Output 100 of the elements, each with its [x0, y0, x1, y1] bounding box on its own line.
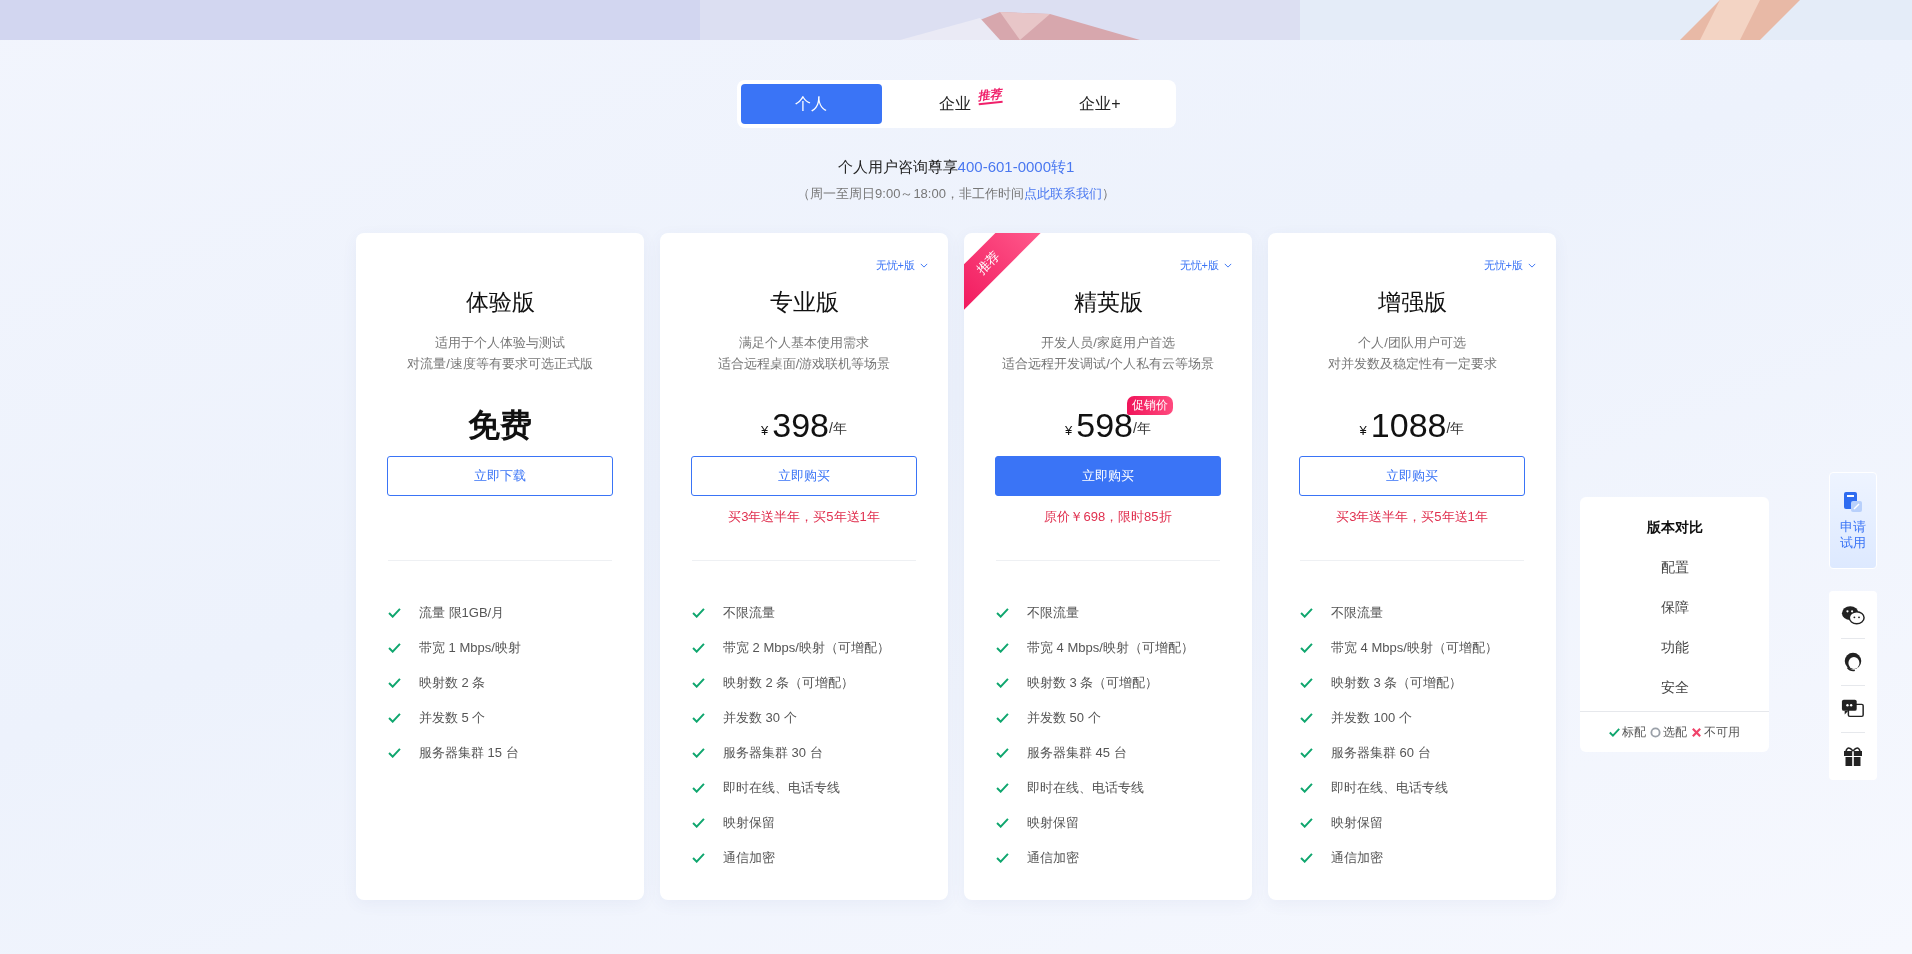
- chevron-icon: [920, 262, 928, 268]
- plan-description: 个人/团队用户可选: [1358, 334, 1466, 352]
- check-icon: [692, 607, 705, 618]
- feature-text: 通信加密: [1331, 848, 1383, 867]
- feature-text: 即时在线、电话专线: [1027, 778, 1144, 797]
- check-icon: [996, 607, 1009, 618]
- buy-button[interactable]: 立即下载: [387, 456, 613, 496]
- legend-label: 不可用: [1704, 724, 1740, 741]
- feature-text: 服务器集群 45 台: [1027, 743, 1127, 762]
- promo-text: 买3年送半年，买5年送1年: [1336, 508, 1488, 526]
- feature-text: 带宽 4 Mbps/映射（可增配）: [1027, 638, 1194, 657]
- compare-link[interactable]: 功能: [1660, 639, 1689, 679]
- feature-text: 带宽 1 Mbps/映射: [419, 638, 521, 657]
- feature-text: 映射保留: [1331, 813, 1383, 832]
- recommend-badge: 推荐: [976, 87, 1003, 106]
- feature-text: 并发数 30 个: [723, 708, 797, 727]
- plan-name: 精英版: [1073, 288, 1143, 317]
- plan-description: 对并发数及稳定性有一定要求: [1327, 355, 1497, 373]
- period: /年: [829, 420, 847, 436]
- feature-text: 映射数 3 条（可增配）: [1027, 673, 1159, 692]
- feature-text: 映射数 2 条: [419, 673, 486, 692]
- feature-text: 即时在线、电话专线: [1331, 778, 1448, 797]
- plan-description: 满足个人基本使用需求: [739, 334, 869, 352]
- plan-name: 体验版: [465, 288, 535, 317]
- price: 免费: [468, 406, 532, 445]
- promo-text: 买3年送半年，买5年送1年: [728, 508, 880, 526]
- check-icon: [1300, 712, 1313, 723]
- trial-button[interactable]: 申请试用: [1829, 472, 1877, 569]
- period: /年: [1446, 420, 1465, 436]
- check-icon: [1300, 642, 1313, 653]
- feature-text: 不限流量: [1331, 603, 1383, 622]
- buy-button[interactable]: 立即购买: [1299, 456, 1525, 496]
- legend-label: 标配: [1622, 724, 1646, 741]
- variant-dropdown[interactable]: 无忧+版: [1483, 255, 1536, 275]
- check-icon: [996, 712, 1009, 723]
- check-icon: [996, 677, 1009, 688]
- feature-text: 通信加密: [1027, 848, 1079, 867]
- currency: ¥: [1359, 423, 1367, 438]
- feature-text: 通信加密: [723, 848, 775, 867]
- plan-tab[interactable]: 企业 推荐: [883, 84, 1027, 124]
- feature-text: 映射数 2 条（可增配）: [723, 673, 855, 692]
- check-icon: [1300, 852, 1313, 863]
- feature-text: 并发数 100 个: [1331, 708, 1412, 727]
- plan-tab[interactable]: 个人: [740, 84, 882, 124]
- consult-text: 个人用户咨询尊享400-601-0000转1: [837, 158, 1075, 177]
- check-icon: [996, 642, 1009, 653]
- plan-description: 适用于个人体验与测试: [435, 334, 565, 352]
- feature-text: 带宽 2 Mbps/映射（可增配）: [723, 638, 890, 657]
- check-icon: [388, 747, 401, 758]
- check-icon: [1300, 817, 1313, 828]
- variant-dropdown[interactable]: 无忧+版: [875, 255, 928, 275]
- check-icon: [388, 642, 401, 653]
- feature-text: 服务器集群 60 台: [1331, 743, 1431, 762]
- feature-text: 映射保留: [1027, 813, 1079, 832]
- feature-text: 并发数 50 个: [1027, 708, 1101, 727]
- check-icon: [692, 852, 705, 863]
- cross-icon: [1691, 727, 1702, 738]
- check-icon: [1300, 782, 1313, 793]
- hours-text: （周一至周日9:00～18:00，非工作时间点此联系我们）: [797, 185, 1115, 203]
- check-icon: [996, 817, 1009, 828]
- check-icon: [692, 712, 705, 723]
- contact-link[interactable]: 点此联系我们: [1023, 186, 1102, 201]
- buy-button[interactable]: 立即购买: [995, 456, 1221, 496]
- period: /年: [1133, 420, 1151, 436]
- feature-text: 并发数 5 个: [419, 708, 486, 727]
- check-icon: [692, 677, 705, 688]
- form-icon: [1842, 490, 1864, 513]
- plan-description: 适合远程开发调试/个人私有云等场景: [1002, 355, 1214, 373]
- check-icon: [388, 712, 401, 723]
- buy-button[interactable]: 立即购买: [691, 456, 917, 496]
- feature-text: 带宽 4 Mbps/映射（可增配）: [1331, 638, 1498, 657]
- compare-link[interactable]: 配置: [1660, 559, 1689, 599]
- compare-link[interactable]: 安全: [1660, 679, 1689, 719]
- check-icon: [692, 782, 705, 793]
- sale-badge: 促销价: [1126, 396, 1173, 415]
- plan-name: 专业版: [769, 288, 839, 317]
- chevron-icon: [1528, 262, 1536, 268]
- plan-description: 对流量/速度等有要求可选正式版: [407, 355, 593, 373]
- feature-text: 映射保留: [723, 813, 775, 832]
- feature-text: 不限流量: [1027, 603, 1079, 622]
- check-icon: [1300, 607, 1313, 618]
- circle-icon: [1650, 727, 1661, 738]
- plan-description: 适合远程桌面/游戏联机等场景: [717, 355, 891, 373]
- check-icon: [1300, 677, 1313, 688]
- variant-dropdown[interactable]: 无忧+版: [1179, 255, 1232, 275]
- feature-text: 流量 限1GB/月: [419, 603, 505, 622]
- compare-link[interactable]: 保障: [1660, 599, 1689, 639]
- feature-text: 服务器集群 30 台: [723, 743, 823, 762]
- price: 1088: [1370, 405, 1447, 446]
- plan-tab[interactable]: 企业+: [1028, 84, 1172, 124]
- chevron-icon: [1224, 262, 1232, 268]
- price: 398: [772, 405, 830, 446]
- check-icon: [388, 677, 401, 688]
- check-icon: [692, 817, 705, 828]
- feature-text: 映射数 3 条（可增配）: [1331, 673, 1463, 692]
- check-icon: [996, 782, 1009, 793]
- check-icon: [996, 747, 1009, 758]
- feature-text: 即时在线、电话专线: [723, 778, 840, 797]
- currency: ¥: [1065, 423, 1073, 438]
- check-icon: [692, 747, 705, 758]
